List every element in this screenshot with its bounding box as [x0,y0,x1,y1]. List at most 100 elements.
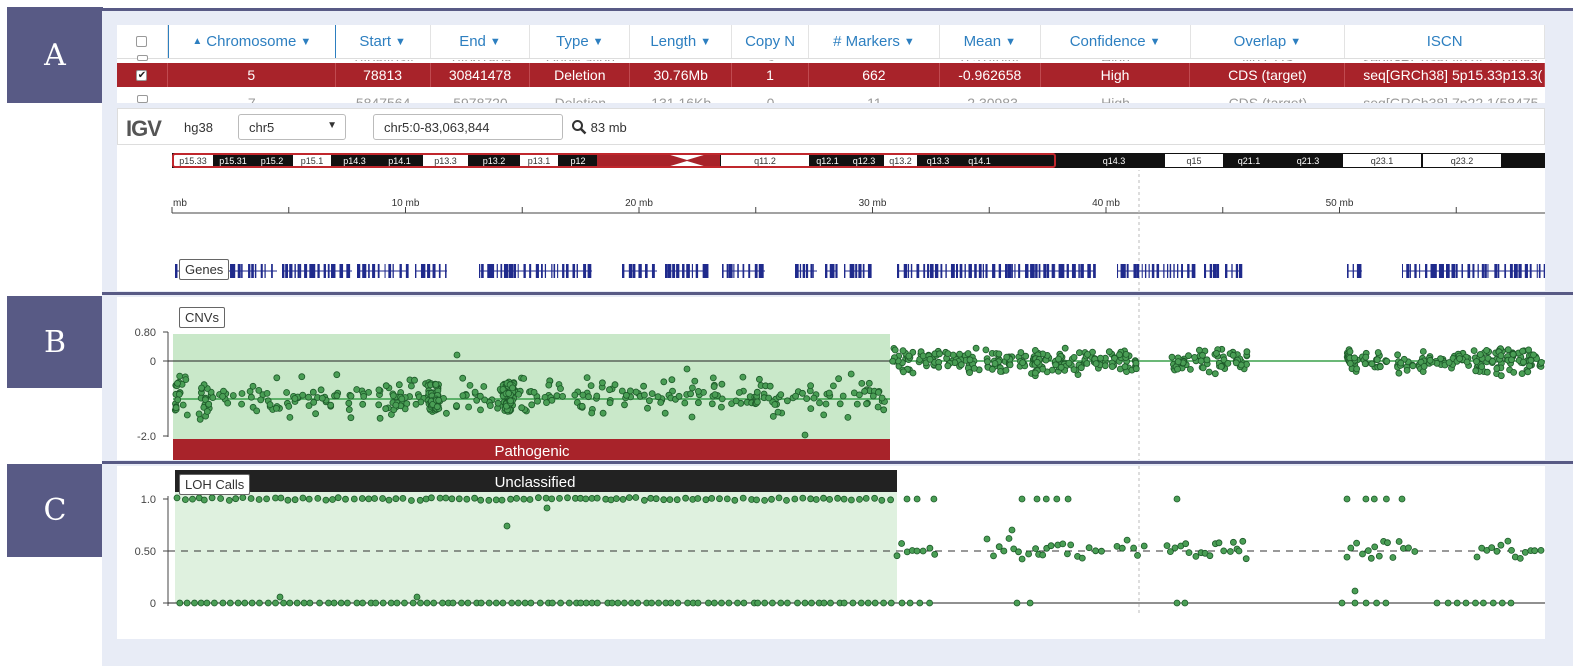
table-row-selected[interactable]: ✔ 5 78813 30841478 Deletion 30.76Mb 1 662 -0.96… [117,63,1545,87]
gene-exon[interactable] [665,264,668,278]
filter-icon[interactable]: ▼ [700,36,711,48]
gene-exon[interactable] [632,264,636,278]
gene-exon[interactable] [1432,264,1437,278]
gene-exon[interactable] [1030,264,1033,278]
gene-exon[interactable] [1419,264,1421,278]
cnv-segment-region[interactable] [173,334,890,439]
gene-exon[interactable] [327,264,330,278]
filter-icon[interactable]: ▼ [300,36,311,48]
gene-exon[interactable] [1536,264,1538,278]
gene-exon[interactable] [1004,264,1008,278]
gene-exon[interactable] [1472,264,1475,278]
gene-exon[interactable] [1494,264,1498,278]
filter-icon[interactable]: ▼ [1005,36,1016,48]
gene-exon[interactable] [1477,264,1479,278]
gene-exon[interactable] [1484,264,1487,278]
gene-exon[interactable] [1187,264,1190,278]
gene-exon[interactable] [1151,264,1155,278]
gene-exon[interactable] [622,264,625,278]
gene-exon[interactable] [950,264,955,278]
gene-exon[interactable] [1080,264,1084,278]
gene-exon[interactable] [232,264,236,278]
gene-exon[interactable] [489,264,493,278]
gene-exon[interactable] [424,264,426,278]
gene-exon[interactable] [237,264,241,278]
gene-exon[interactable] [628,264,633,278]
gene-exon[interactable] [897,264,900,278]
gene-exon[interactable] [1078,264,1080,278]
gene-exon[interactable] [851,264,855,278]
loh-segment-region[interactable] [175,491,897,603]
gene-exon[interactable] [427,264,431,278]
gene-exon[interactable] [1359,264,1362,278]
gene-exon[interactable] [300,264,302,278]
gene-exon[interactable] [1538,264,1541,278]
gene-exon[interactable] [1054,264,1056,278]
gene-exon[interactable] [1529,264,1532,278]
gene-exon[interactable] [175,264,178,278]
gene-exon[interactable] [1181,264,1183,278]
gene-exon[interactable] [867,264,872,278]
gene-exon[interactable] [1148,264,1150,278]
gene-exon[interactable] [1046,264,1050,278]
gene-exon[interactable] [372,264,376,278]
gene-exon[interactable] [812,264,814,278]
gene-exon[interactable] [339,264,344,278]
gene-exon[interactable] [260,264,263,278]
gene-exon[interactable] [1117,264,1119,278]
gene-exon[interactable] [271,264,273,278]
table-row-partial[interactable]: 7 5847564 5978720 Deletion 131.16Kb 0 11 -2.309… [117,91,1545,103]
row-checkbox[interactable] [136,95,148,103]
row-select-cell[interactable] [117,55,168,61]
gene-exon[interactable] [1451,264,1456,278]
gene-exon[interactable] [728,264,733,278]
search-icon[interactable]: 83 mb [571,119,627,135]
gene-exon[interactable] [982,264,984,278]
gene-exon[interactable] [1231,264,1233,278]
gene-exon[interactable] [862,264,865,278]
gene-exon[interactable] [1018,264,1021,278]
gene-exon[interactable] [1204,264,1207,278]
gene-exon[interactable] [1025,264,1029,278]
gene-exon[interactable] [553,264,556,278]
gene-exon[interactable] [285,264,288,278]
gene-exon[interactable] [955,264,958,278]
gene-exon[interactable] [638,264,642,278]
gene-exon[interactable] [294,264,296,278]
gene-exon[interactable] [317,264,320,278]
locus-input[interactable]: chr5:0-83,063,844 [373,114,563,140]
gene-exon[interactable] [248,264,251,278]
gene-exon[interactable] [910,264,913,278]
gene-exon[interactable] [1455,264,1458,278]
gene-exon[interactable] [576,264,578,278]
filter-icon[interactable]: ▼ [1290,36,1301,48]
gene-exon[interactable] [705,264,709,278]
gene-exon[interactable] [903,264,908,278]
gene-exon[interactable] [1467,264,1471,278]
gene-exon[interactable] [844,264,846,278]
gene-exon[interactable] [923,264,926,278]
gene-exon[interactable] [1409,264,1411,278]
gene-exon[interactable] [420,264,425,278]
gene-exon[interactable] [1156,264,1160,278]
gene-exon[interactable] [1066,264,1069,278]
gene-exon[interactable] [399,264,402,278]
gene-exon[interactable] [1035,264,1038,278]
gene-exon[interactable] [929,264,934,278]
gene-exon[interactable] [1087,264,1091,278]
gene-exon[interactable] [742,264,745,278]
gene-exon[interactable] [1176,264,1179,278]
gene-exon[interactable] [346,264,351,278]
gene-exon[interactable] [562,264,565,278]
gene-exon[interactable] [511,264,514,278]
gene-exon[interactable] [264,264,266,278]
gene-exon[interactable] [496,264,498,278]
gene-exon[interactable] [506,264,509,278]
gene-exon[interactable] [832,264,835,278]
gene-exon[interactable] [1011,264,1013,278]
gene-exon[interactable] [761,264,764,278]
gene-exon[interactable] [587,264,592,278]
gene-exon[interactable] [802,264,806,278]
gene-exon[interactable] [1191,264,1196,278]
gene-exon[interactable] [1209,264,1213,278]
